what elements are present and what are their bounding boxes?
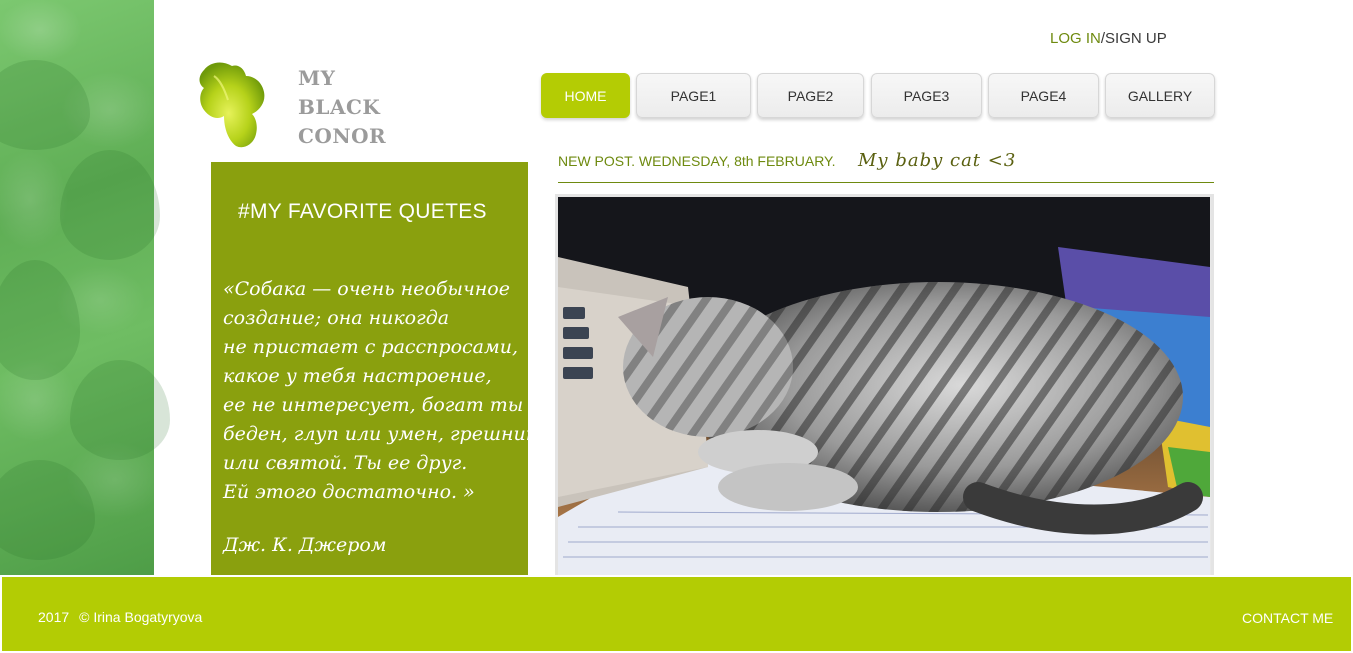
nav-page3[interactable]: PAGE3: [871, 73, 982, 118]
footer-year: 2017: [38, 609, 70, 625]
nav-page4[interactable]: PAGE4: [988, 73, 1099, 118]
quote-text: «Собака — очень необычное создание; она …: [223, 275, 566, 507]
quote-line: какое у тебя настроение,: [223, 365, 492, 387]
clover-background: [0, 0, 170, 575]
site-title-line: MY: [298, 66, 336, 90]
quote-line: создание; она никогда: [223, 307, 450, 329]
cat-photo[interactable]: [558, 197, 1210, 575]
post-title[interactable]: My baby cat <3: [858, 150, 1016, 171]
nav-gallery[interactable]: GALLERY: [1105, 73, 1215, 118]
quote-line: беден, глуп или умен, грешник: [223, 423, 538, 445]
post-divider: [558, 182, 1214, 183]
quote-line: или святой. Ты ее друг.: [223, 452, 468, 474]
sleeping-cat-image: [558, 197, 1210, 575]
quote-line: «Собака — очень необычное: [223, 278, 510, 300]
site-title-line: BLACK: [298, 95, 381, 119]
quote-line: Ей этого достаточно. »: [223, 481, 475, 503]
post-date: NEW POST. WEDNESDAY, 8th FEBRUARY.: [558, 153, 836, 169]
auth-links: LOG IN/SIGN UP: [1050, 30, 1167, 47]
footer-copyright: 2017 © Irina Bogatyryova: [38, 609, 202, 625]
nav-page2[interactable]: PAGE2: [757, 73, 864, 118]
quote-line: не пристает с расспросами,: [223, 336, 519, 358]
signup-link[interactable]: SIGN UP: [1105, 30, 1167, 47]
leaf-logo-icon[interactable]: [194, 58, 270, 150]
quotes-heading: #MY FAVORITE QUETES: [238, 200, 487, 223]
quote-line: ее не интересует, богат ты или: [223, 394, 566, 416]
login-link[interactable]: LOG IN: [1050, 30, 1101, 47]
contact-link[interactable]: CONTACT ME: [1242, 610, 1333, 626]
quote-author: Дж. К. Джером: [223, 534, 387, 556]
nav-page1[interactable]: PAGE1: [636, 73, 751, 118]
footer-author: © Irina Bogatyryova: [79, 609, 203, 625]
nav-home[interactable]: HOME: [541, 73, 630, 118]
footer: [0, 575, 1353, 653]
site-title-line: CONOR: [298, 124, 387, 148]
site-title[interactable]: MY BLACK CONOR: [298, 64, 386, 151]
